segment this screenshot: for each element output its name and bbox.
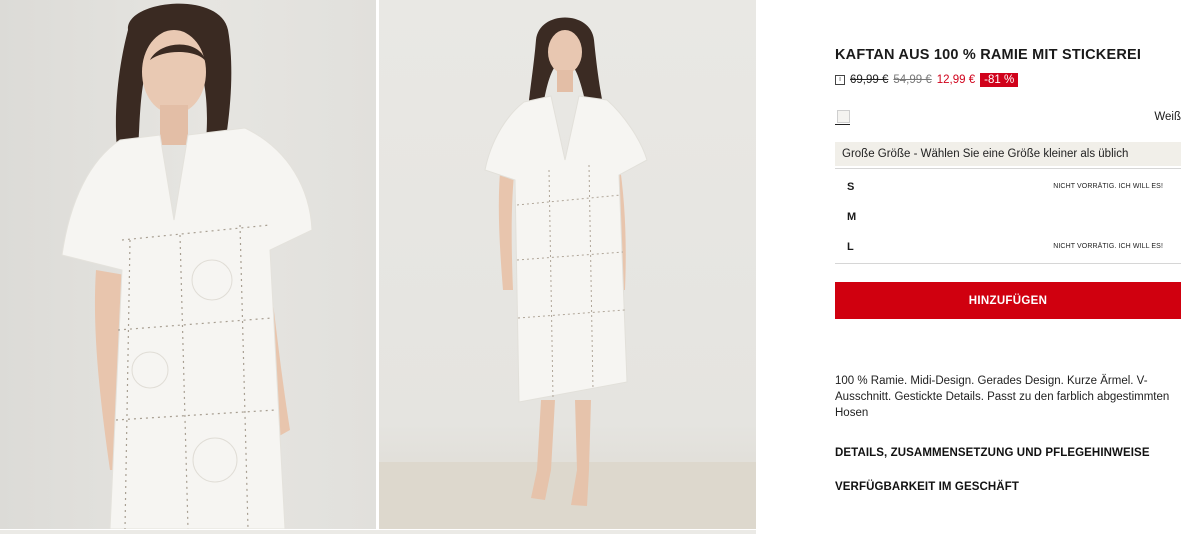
size-label: M bbox=[847, 211, 857, 223]
product-photo-front-closeup[interactable] bbox=[0, 0, 376, 529]
product-detail-panel: KAFTAN AUS 100 % RAMIE MIT STICKEREI i 6… bbox=[835, 0, 1181, 534]
price-row: i 69,99 € 54,99 € 12,99 € -81 % bbox=[835, 72, 1019, 88]
product-title: KAFTAN AUS 100 % RAMIE MIT STICKEREI bbox=[835, 47, 1142, 63]
price-original: 69,99 € bbox=[850, 74, 889, 86]
add-to-cart-button[interactable]: HINZUFÜGEN bbox=[835, 282, 1181, 319]
size-hint-banner: Große Größe - Wählen Sie eine Größe klei… bbox=[835, 142, 1181, 166]
size-option-m[interactable]: M bbox=[835, 207, 1181, 227]
size-label: S bbox=[847, 181, 855, 193]
size-status[interactable]: NICHT VORRÄTIG. ICH WILL ES! bbox=[1053, 183, 1163, 190]
color-swatch-white[interactable] bbox=[837, 110, 850, 123]
product-description: 100 % Ramie. Midi-Design. Gerades Design… bbox=[835, 375, 1170, 419]
color-name: Weiß bbox=[1154, 111, 1181, 123]
product-gallery bbox=[0, 0, 756, 534]
info-icon[interactable]: i bbox=[835, 75, 845, 85]
size-status[interactable]: NICHT VORRÄTIG. ICH WILL ES! bbox=[1053, 243, 1163, 250]
price-previous: 54,99 € bbox=[893, 74, 932, 86]
photo-illustration-full bbox=[379, 17, 756, 529]
size-option-s[interactable]: S NICHT VORRÄTIG. ICH WILL ES! bbox=[835, 177, 1181, 197]
details-composition-care-link[interactable]: DETAILS, ZUSAMMENSETZUNG UND PFLEGEHINWE… bbox=[835, 447, 1150, 459]
product-photo-full-length[interactable] bbox=[379, 0, 756, 529]
swatch-selected-indicator bbox=[835, 124, 850, 125]
color-selector: Weiß bbox=[835, 110, 1181, 126]
size-option-l[interactable]: L NICHT VORRÄTIG. ICH WILL ES! bbox=[835, 237, 1181, 257]
store-availability-link[interactable]: VERFÜGBARKEIT IM GESCHÄFT bbox=[835, 481, 1019, 493]
price-current: 12,99 € bbox=[936, 74, 976, 86]
photo-illustration-closeup bbox=[61, 3, 313, 529]
discount-badge: -81 % bbox=[980, 73, 1019, 87]
size-list: S NICHT VORRÄTIG. ICH WILL ES! M L NICHT… bbox=[835, 168, 1181, 264]
gallery-divider bbox=[0, 530, 756, 534]
size-label: L bbox=[847, 241, 854, 253]
